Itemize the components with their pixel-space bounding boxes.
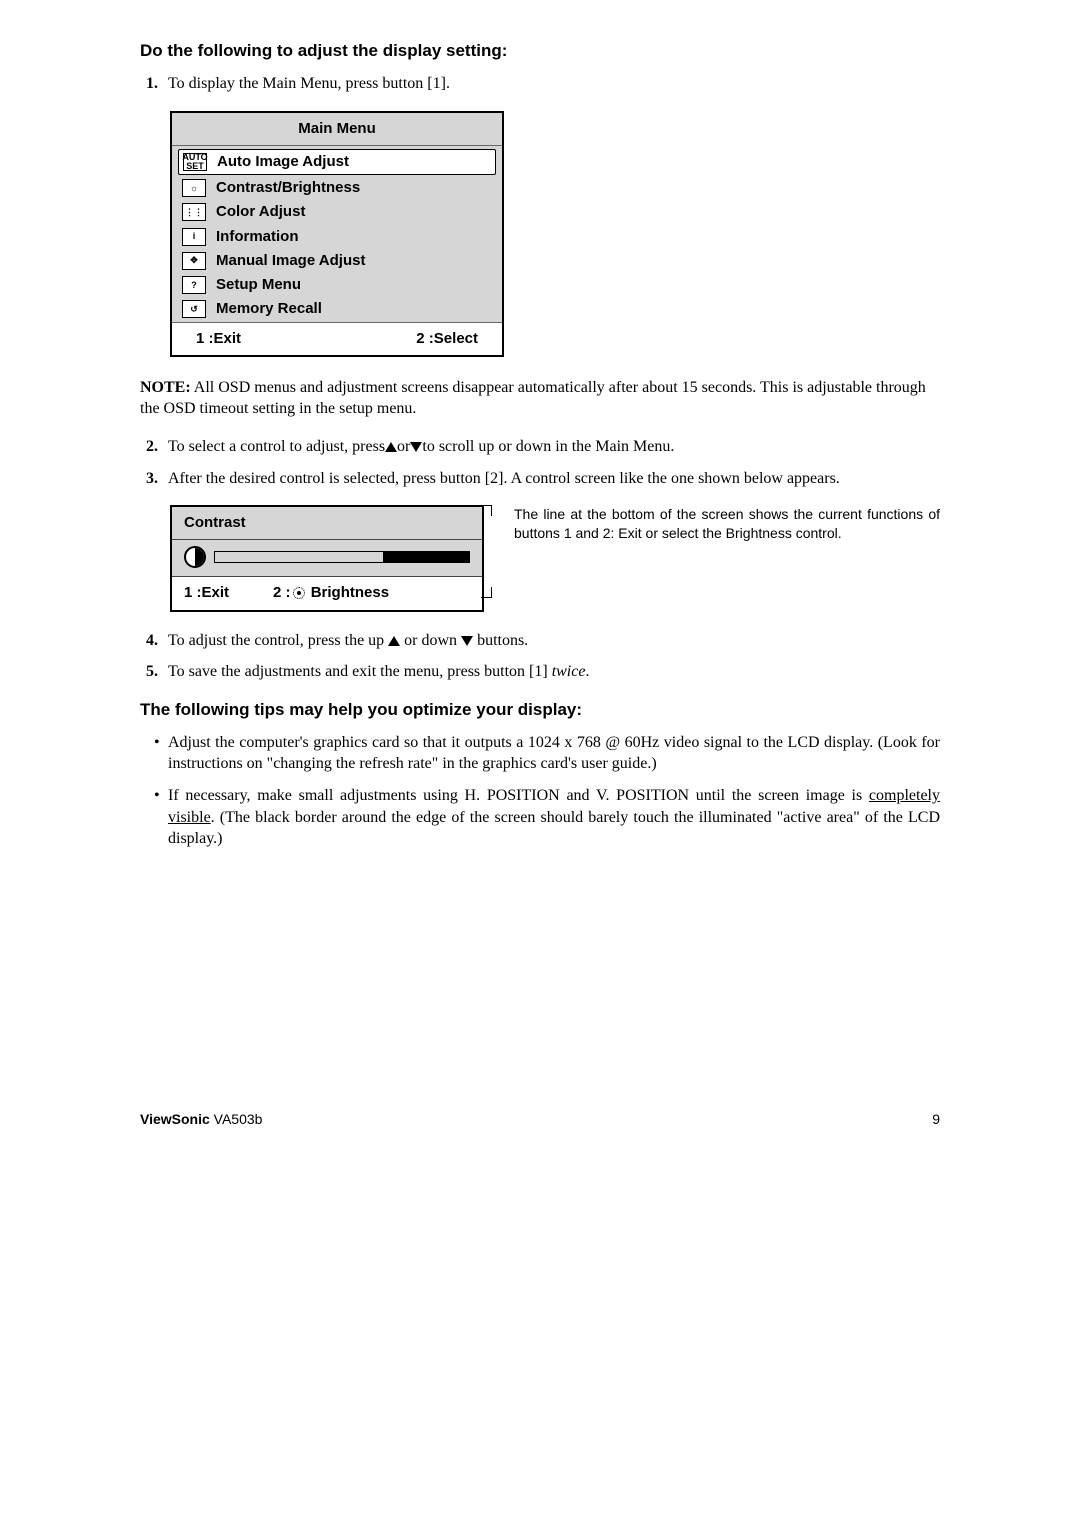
menu-item-label: Memory Recall [216, 299, 322, 319]
up-arrow-icon [385, 442, 397, 452]
contrast-footer-2-prefix: 2 : [273, 584, 291, 601]
tip-2: If necessary, make small adjustments usi… [154, 785, 940, 850]
note-label: NOTE: [140, 379, 191, 396]
page-number: 9 [932, 1110, 940, 1129]
recall-icon: ↺ [182, 300, 206, 318]
menu-item-color-adjust[interactable]: ⋮⋮ Color Adjust [178, 200, 496, 224]
step-5-text-c: . [585, 663, 589, 680]
brightness-icon [293, 587, 305, 599]
step-2-text-a: To select a control to adjust, press [168, 438, 385, 455]
footer-left: ViewSonic VA503b [140, 1110, 262, 1129]
contrast-slider-row [172, 540, 482, 576]
tip-2-text-b: . (The black border around the edge of t… [168, 809, 940, 848]
step-2-text-b: or [397, 438, 410, 455]
manual-adjust-icon: ✥ [182, 252, 206, 270]
main-menu-footer: 1 :Exit 2 :Select [172, 322, 502, 355]
step-5: To save the adjustments and exit the men… [162, 661, 940, 683]
brightness-icon: ☼ [182, 179, 206, 197]
down-arrow-icon [410, 442, 422, 452]
contrast-slider[interactable] [214, 551, 470, 563]
menu-item-label: Information [216, 227, 299, 247]
menu-item-contrast-brightness[interactable]: ☼ Contrast/Brightness [178, 176, 496, 200]
heading-adjust-display: Do the following to adjust the display s… [140, 40, 940, 63]
contrast-exit: 1 :Exit [184, 583, 229, 603]
info-icon: i [182, 228, 206, 246]
page-footer: ViewSonic VA503b 9 [140, 1110, 940, 1129]
step-4: To adjust the control, press the up or d… [162, 630, 940, 652]
footer-brand: ViewSonic [140, 1111, 210, 1127]
menu-item-label: Auto Image Adjust [217, 152, 349, 172]
callout-line-bottom [481, 587, 492, 598]
menu-item-label: Setup Menu [216, 275, 301, 295]
note-body: All OSD menus and adjustment screens dis… [140, 379, 926, 418]
down-arrow-icon [461, 636, 473, 646]
callout-line-top [481, 505, 492, 516]
contrast-footer: 1 :Exit 2 : Brightness [172, 576, 482, 609]
up-arrow-icon [388, 636, 400, 646]
auto-set-icon: AUTO SET [183, 153, 207, 171]
step-3: After the desired control is selected, p… [162, 468, 940, 490]
step-5-twice: twice [552, 663, 586, 680]
footer-select: 2 :Select [416, 329, 478, 349]
step-2-text-c: to scroll up or down in the Main Menu. [422, 438, 674, 455]
callout-text: The line at the bottom of the screen sho… [514, 505, 940, 612]
note-paragraph: NOTE: All OSD menus and adjustment scree… [140, 377, 940, 420]
menu-item-manual-image-adjust[interactable]: ✥ Manual Image Adjust [178, 249, 496, 273]
menu-item-auto-image-adjust[interactable]: AUTO SET Auto Image Adjust [178, 149, 496, 175]
menu-item-memory-recall[interactable]: ↺ Memory Recall [178, 297, 496, 321]
main-menu-items: AUTO SET Auto Image Adjust ☼ Contrast/Br… [172, 146, 502, 322]
menu-item-label: Color Adjust [216, 202, 305, 222]
contrast-title: Contrast [172, 507, 482, 540]
color-icon: ⋮⋮ [182, 203, 206, 221]
tip-2-text-a: If necessary, make small adjustments usi… [168, 787, 869, 804]
menu-item-label: Manual Image Adjust [216, 251, 365, 271]
tip-1: Adjust the computer's graphics card so t… [154, 732, 940, 775]
heading-tips: The following tips may help you optimize… [140, 699, 940, 722]
footer-model: VA503b [210, 1111, 263, 1127]
step-4-text-c: buttons. [473, 632, 528, 649]
contrast-slider-fill [383, 552, 469, 562]
menu-item-label: Contrast/Brightness [216, 178, 360, 198]
menu-item-information[interactable]: i Information [178, 225, 496, 249]
menu-item-setup-menu[interactable]: ? Setup Menu [178, 273, 496, 297]
step-2: To select a control to adjust, press orto… [162, 436, 940, 458]
step-5-text-a: To save the adjustments and exit the men… [168, 663, 552, 680]
step-4-text-a: To adjust the control, press the up [168, 632, 388, 649]
contrast-osd: Contrast 1 :Exit 2 : Brightness [170, 505, 484, 612]
contrast-brightness-action: 2 : Brightness [273, 583, 389, 603]
step-4-text-b: or down [400, 632, 461, 649]
contrast-icon [184, 546, 206, 568]
main-menu-osd: Main Menu AUTO SET Auto Image Adjust ☼ C… [170, 111, 504, 357]
main-menu-title: Main Menu [172, 113, 502, 146]
contrast-footer-2-label: Brightness [307, 584, 390, 601]
setup-icon: ? [182, 276, 206, 294]
footer-exit: 1 :Exit [196, 329, 241, 349]
step-1: To display the Main Menu, press button [… [162, 73, 940, 95]
